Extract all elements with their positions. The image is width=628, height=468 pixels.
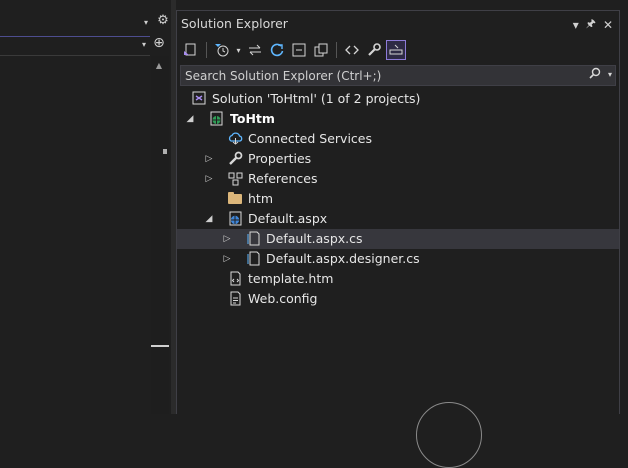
scrollbar-marker: [163, 149, 167, 154]
web-project-icon: [208, 111, 224, 127]
panel-title: Solution Explorer: [181, 16, 288, 31]
tree-item-properties[interactable]: ▷ Properties: [177, 149, 619, 169]
filter-dropdown-caret-icon[interactable]: ▾: [234, 40, 243, 60]
search-input[interactable]: [181, 66, 589, 85]
tree-item-label: References: [248, 171, 318, 186]
code-file-icon: [245, 251, 261, 267]
view-code-icon[interactable]: [342, 40, 362, 60]
editor-area: [0, 0, 171, 414]
show-all-files-icon[interactable]: [311, 40, 331, 60]
config-file-icon: [227, 291, 243, 307]
pin-icon[interactable]: 🖈: [586, 15, 596, 34]
scrollbar-position-line: [151, 345, 169, 347]
scroll-up-arrow-icon[interactable]: ▲: [154, 60, 164, 72]
collapsed-triangle-icon[interactable]: ▷: [222, 229, 232, 249]
editor-vertical-scrollbar[interactable]: [151, 56, 169, 414]
web-page-icon: [227, 211, 243, 227]
search-icon[interactable]: [589, 67, 601, 83]
preview-selected-items-icon[interactable]: [386, 40, 406, 60]
panel-title-buttons: ▾ 🖈 ✕: [573, 15, 613, 34]
collapsed-triangle-icon[interactable]: ▷: [204, 169, 214, 189]
gear-icon[interactable]: ⚙: [156, 14, 170, 27]
expanded-triangle-icon[interactable]: ◢: [204, 209, 214, 229]
switch-views-icon[interactable]: [181, 40, 201, 60]
refresh-icon[interactable]: [267, 40, 287, 60]
solution-explorer-toolbar: ▾: [181, 38, 406, 62]
toolbar-separator: [206, 42, 207, 58]
tree-item-label: Default.aspx: [248, 211, 328, 226]
sync-with-active-document-icon[interactable]: [245, 40, 265, 60]
wrench-icon: [227, 151, 243, 167]
expanded-triangle-icon[interactable]: ◢: [185, 109, 195, 129]
editor-menu-caret-icon[interactable]: ▾: [141, 17, 151, 29]
tree-item-label: Default.aspx.cs: [266, 231, 363, 246]
connected-services-icon: [227, 131, 243, 147]
search-box: ▾: [180, 65, 616, 86]
references-icon: [227, 171, 243, 187]
tree-item-template-htm[interactable]: template.htm: [177, 269, 619, 289]
tree-item-label: ToHtm: [230, 111, 275, 126]
tree-item-label: Web.config: [248, 291, 318, 306]
tree-item-label: template.htm: [248, 271, 334, 286]
solution-explorer-panel: Solution Explorer ▾ 🖈 ✕ ▾ Search Solutio…: [176, 10, 620, 414]
tree-item-default-aspx[interactable]: ◢ Default.aspx: [177, 209, 619, 229]
tree-item-label: Solution 'ToHtml' (1 of 2 projects): [212, 91, 421, 106]
pending-changes-filter-icon[interactable]: [212, 40, 232, 60]
tree-item-project[interactable]: ◢ ToHtm: [177, 109, 619, 129]
tree-item-label: Default.aspx.designer.cs: [266, 251, 420, 266]
search-options-chevron-down-icon[interactable]: ▾: [608, 70, 612, 79]
tree-item-default-aspx-cs[interactable]: ▷ Default.aspx.cs: [177, 229, 619, 249]
tree-item-label: Connected Services: [248, 131, 372, 146]
partial-circle-decoration: [416, 402, 482, 468]
tree-item-label: Properties: [248, 151, 312, 166]
tree-item-htm-folder[interactable]: htm: [177, 189, 619, 209]
collapse-all-icon[interactable]: [289, 40, 309, 60]
tree-item-solution[interactable]: Solution 'ToHtml' (1 of 2 projects): [177, 89, 619, 109]
collapsed-triangle-icon[interactable]: ▷: [222, 249, 232, 269]
code-file-icon: [245, 231, 261, 247]
tree-item-connected-services[interactable]: Connected Services: [177, 129, 619, 149]
tree-item-default-aspx-designer-cs[interactable]: ▷ Default.aspx.designer.cs: [177, 249, 619, 269]
collapsed-triangle-icon[interactable]: ▷: [204, 149, 214, 169]
properties-icon[interactable]: [364, 40, 384, 60]
solution-icon: [191, 91, 207, 107]
close-icon[interactable]: ✕: [603, 18, 613, 32]
solution-tree: Solution 'ToHtml' (1 of 2 projects) ◢ To…: [177, 89, 619, 309]
tree-item-web-config[interactable]: Web.config: [177, 289, 619, 309]
window-menu-icon[interactable]: ▾: [573, 18, 579, 32]
toolbar-separator: [336, 42, 337, 58]
html-file-icon: [227, 271, 243, 287]
editor-navigation-dropdown[interactable]: ▾: [0, 36, 150, 56]
folder-icon: [227, 191, 243, 207]
chevron-down-icon: ▾: [141, 40, 146, 49]
tree-item-references[interactable]: ▷ References: [177, 169, 619, 189]
tree-item-label: htm: [248, 191, 273, 206]
split-window-icon[interactable]: ⊕: [152, 36, 166, 50]
